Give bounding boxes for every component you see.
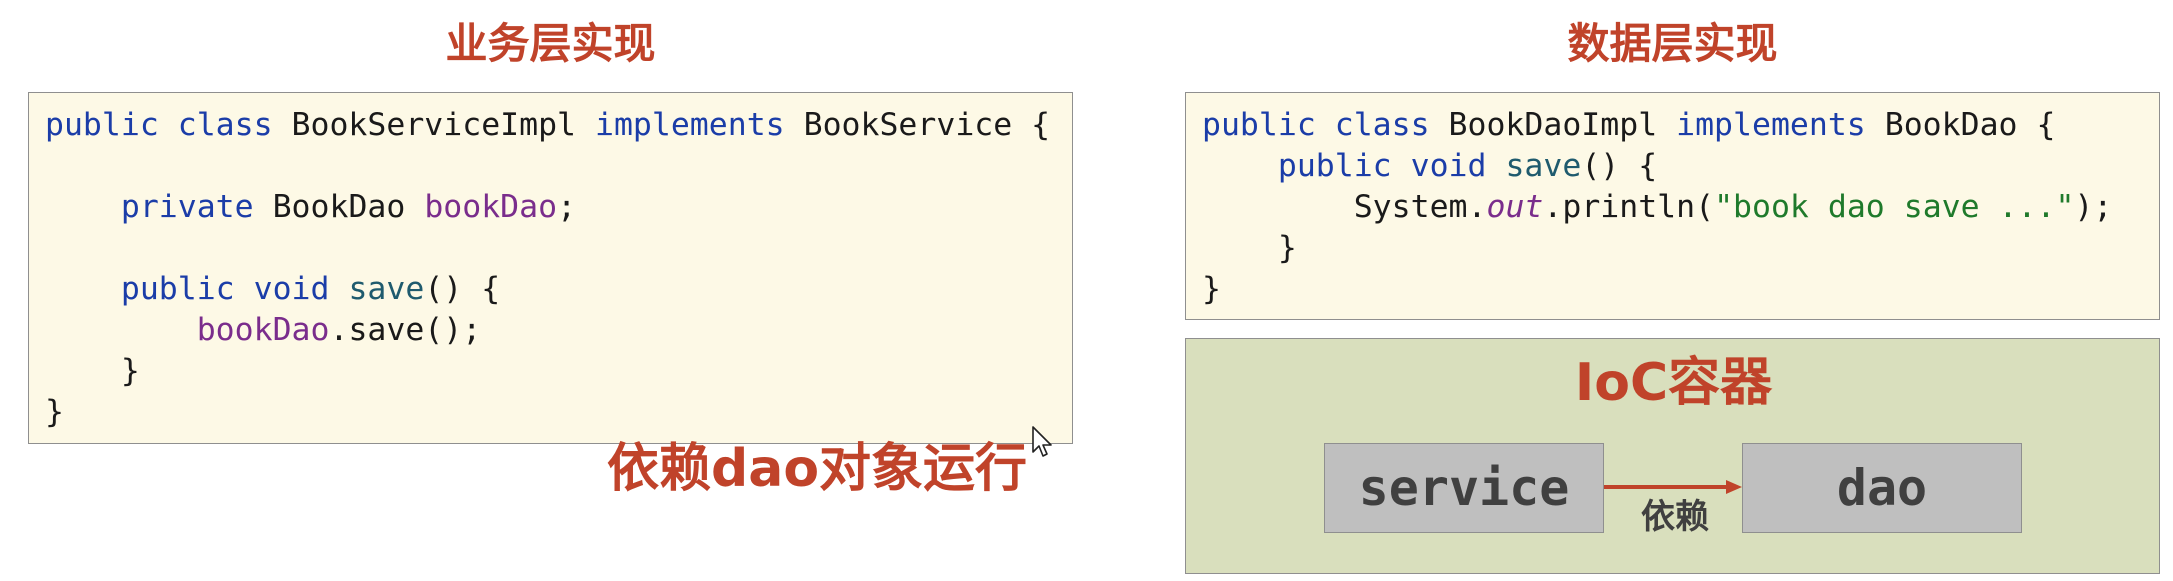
code-line: System.out.println("book dao save ..."); xyxy=(1202,187,2113,228)
code-token: implements xyxy=(1676,107,1866,143)
code-token: private xyxy=(120,189,254,225)
code-token: bookDao xyxy=(424,189,558,225)
code-token: save xyxy=(1505,148,1582,184)
ioc-container-panel: IoC容器 service 依赖 dao xyxy=(1185,338,2160,574)
dao-bean-box: dao xyxy=(1742,443,2022,533)
code-line: } xyxy=(45,392,1050,433)
code-line: } xyxy=(1202,228,2112,269)
code-token: } xyxy=(45,353,140,389)
data-layer-code-box: public class BookDaoImpl implements Book… xyxy=(1185,92,2160,320)
code-line: bookDao.save(); xyxy=(45,310,1050,351)
code-token: implements xyxy=(594,107,785,143)
code-token: .save(); xyxy=(329,312,482,348)
code-line: } xyxy=(1202,269,2112,310)
code-token: bookDao xyxy=(196,312,330,348)
code-token: BookServiceImpl xyxy=(272,107,595,143)
mouse-cursor-icon xyxy=(1032,426,1052,457)
code-line: private BookDao bookDao; xyxy=(45,187,1050,228)
code-token: .println( xyxy=(1543,189,1715,225)
code-token: System. xyxy=(1202,189,1487,225)
code-token: public class xyxy=(45,107,273,143)
code-token: save xyxy=(348,271,425,307)
code-line: public void save() { xyxy=(1202,146,2112,187)
code-token: } xyxy=(1202,230,1297,266)
code-token: () { xyxy=(1581,148,1658,184)
business-layer-code-box: public class BookServiceImpl implements … xyxy=(28,92,1073,499)
dependency-annotation: 依赖dao对象运行 xyxy=(607,439,1028,499)
code-line: public class BookDaoImpl implements Book… xyxy=(1202,105,2112,146)
code-token: out xyxy=(1486,189,1544,225)
code-line: public class BookServiceImpl implements … xyxy=(45,105,1050,146)
code-token: ); xyxy=(2074,189,2113,225)
service-bean-box: service xyxy=(1324,443,1604,533)
code-token: BookDao { xyxy=(1865,107,2056,143)
code-token: ; xyxy=(557,189,577,225)
dependency-label: 依赖 xyxy=(1641,497,1709,537)
dependency-arrow xyxy=(1604,480,1742,494)
business-layer-code: public class BookServiceImpl implements … xyxy=(45,105,1050,433)
code-token: public void xyxy=(120,271,330,307)
code-token: BookService { xyxy=(784,107,1051,143)
code-token: () { xyxy=(424,271,501,307)
code-token: BookDao xyxy=(253,189,425,225)
code-token: public void xyxy=(1277,148,1487,184)
code-token: } xyxy=(1202,271,1221,307)
code-token: "book dao save ..." xyxy=(1714,189,2075,225)
data-layer-heading: 数据层实现 xyxy=(1567,19,1778,68)
code-line: public void save() { xyxy=(45,269,1050,310)
business-layer-heading: 业务层实现 xyxy=(445,19,656,68)
code-token: BookDaoImpl xyxy=(1429,107,1677,143)
data-layer-code: public class BookDaoImpl implements Book… xyxy=(1202,105,2112,310)
code-token: public class xyxy=(1202,107,1430,143)
code-line: } xyxy=(45,351,1050,392)
code-token: } xyxy=(45,394,64,430)
ioc-container-title: IoC容器 xyxy=(1574,353,1773,413)
